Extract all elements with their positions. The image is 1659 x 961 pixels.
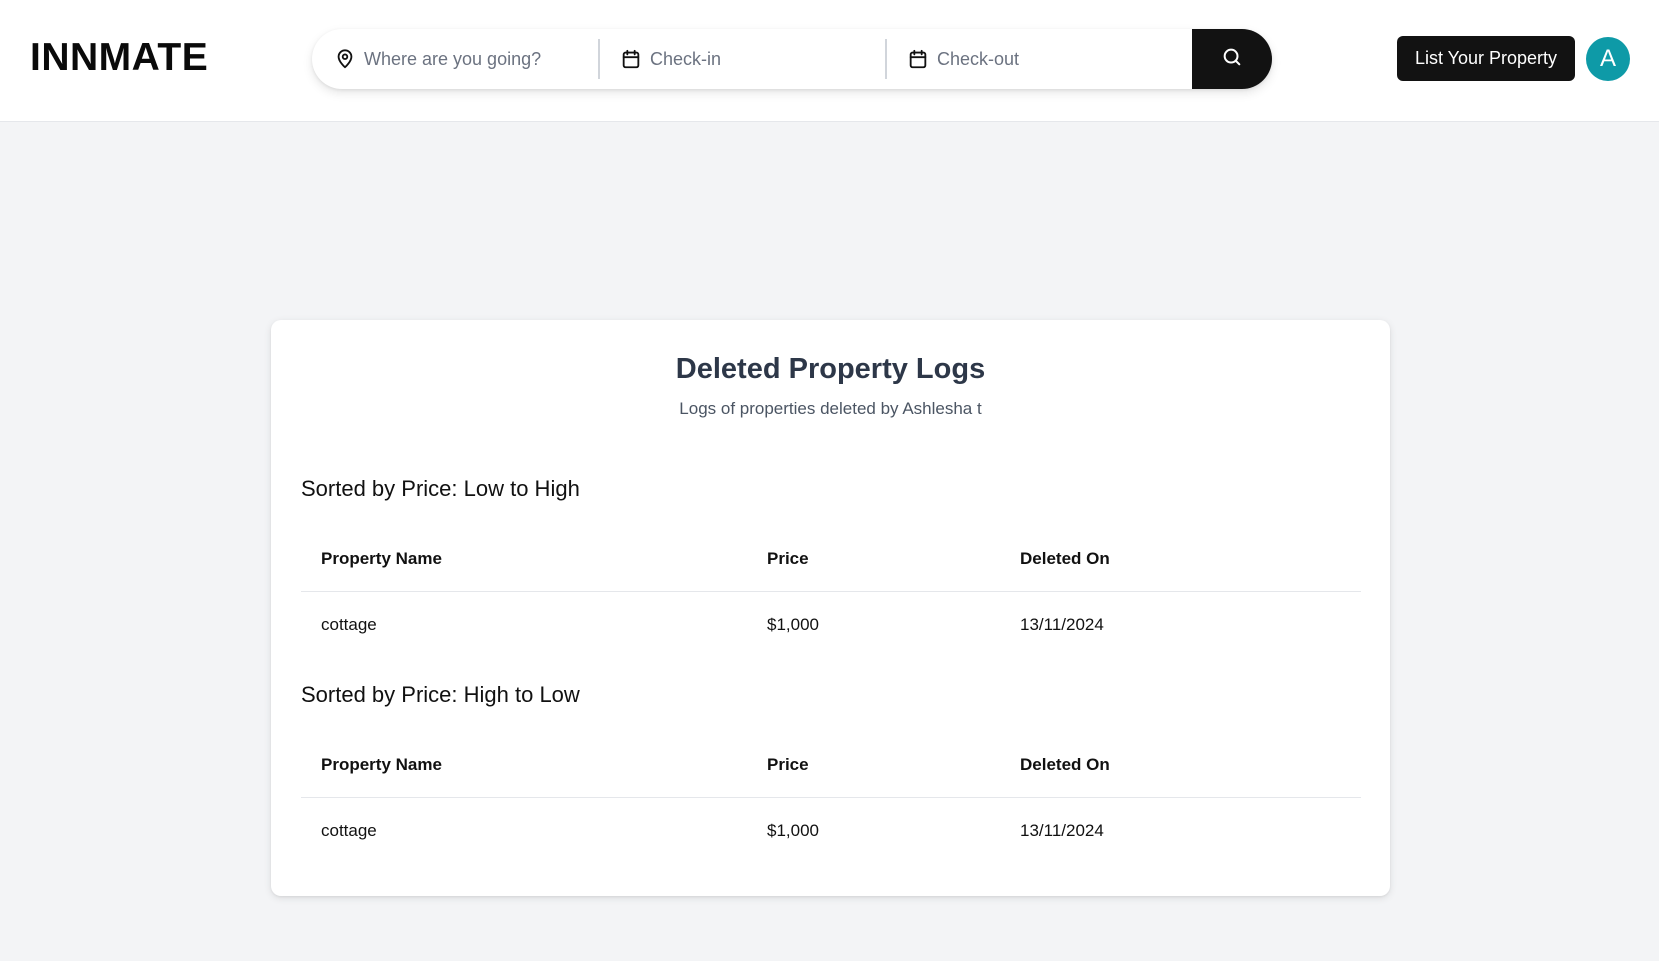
- column-header-price: Price: [767, 549, 809, 568]
- deleted-logs-card: Deleted Property Logs Logs of properties…: [271, 320, 1390, 896]
- section-title-low-to-high: Sorted by Price: Low to High: [301, 476, 580, 501]
- table-row: cottage $1,000 13/11/2024: [301, 592, 1361, 658]
- table-high-to-low: Property Name Price Deleted On cottage $…: [301, 732, 1361, 864]
- cell-deleted-on: 13/11/2024: [1020, 821, 1104, 840]
- destination-input[interactable]: [364, 44, 564, 74]
- cell-price: $1,000: [767, 615, 819, 634]
- column-header-deleted-on: Deleted On: [1020, 755, 1110, 774]
- search-divider: [598, 39, 600, 79]
- table-low-to-high: Property Name Price Deleted On cottage $…: [301, 526, 1361, 658]
- column-header-property-name: Property Name: [321, 755, 442, 774]
- section-title-high-to-low: Sorted by Price: High to Low: [301, 682, 580, 707]
- avatar[interactable]: A: [1586, 37, 1630, 81]
- calendar-icon: [620, 48, 642, 70]
- cell-property-name: cottage: [321, 821, 377, 840]
- page-subtitle: Logs of properties deleted by Ashlesha t: [679, 399, 982, 418]
- column-header-price: Price: [767, 755, 809, 774]
- search-divider: [885, 39, 887, 79]
- table-header-row: Property Name Price Deleted On: [301, 526, 1361, 592]
- calendar-icon: [907, 48, 929, 70]
- logo[interactable]: INNMATE: [30, 36, 208, 80]
- search-bar: [312, 29, 1272, 89]
- page-title: Deleted Property Logs: [675, 353, 986, 385]
- destination-segment[interactable]: [322, 29, 598, 89]
- search-button[interactable]: [1192, 29, 1272, 89]
- list-your-property-button[interactable]: List Your Property: [1397, 36, 1575, 81]
- cell-price: $1,000: [767, 821, 819, 840]
- checkin-input[interactable]: [650, 44, 850, 74]
- column-header-property-name: Property Name: [321, 549, 442, 568]
- search-icon: [1221, 46, 1243, 73]
- checkout-input[interactable]: [937, 44, 1137, 74]
- map-pin-icon: [334, 48, 356, 70]
- checkout-segment[interactable]: [895, 29, 1200, 89]
- top-header: INNMATE Where are you going? Check-in Ch…: [0, 0, 1659, 122]
- cell-deleted-on: 13/11/2024: [1020, 615, 1104, 634]
- column-header-deleted-on: Deleted On: [1020, 549, 1110, 568]
- cell-property-name: cottage: [321, 615, 377, 634]
- checkin-segment[interactable]: [608, 29, 885, 89]
- table-header-row: Property Name Price Deleted On: [301, 732, 1361, 798]
- table-row: cottage $1,000 13/11/2024: [301, 798, 1361, 864]
